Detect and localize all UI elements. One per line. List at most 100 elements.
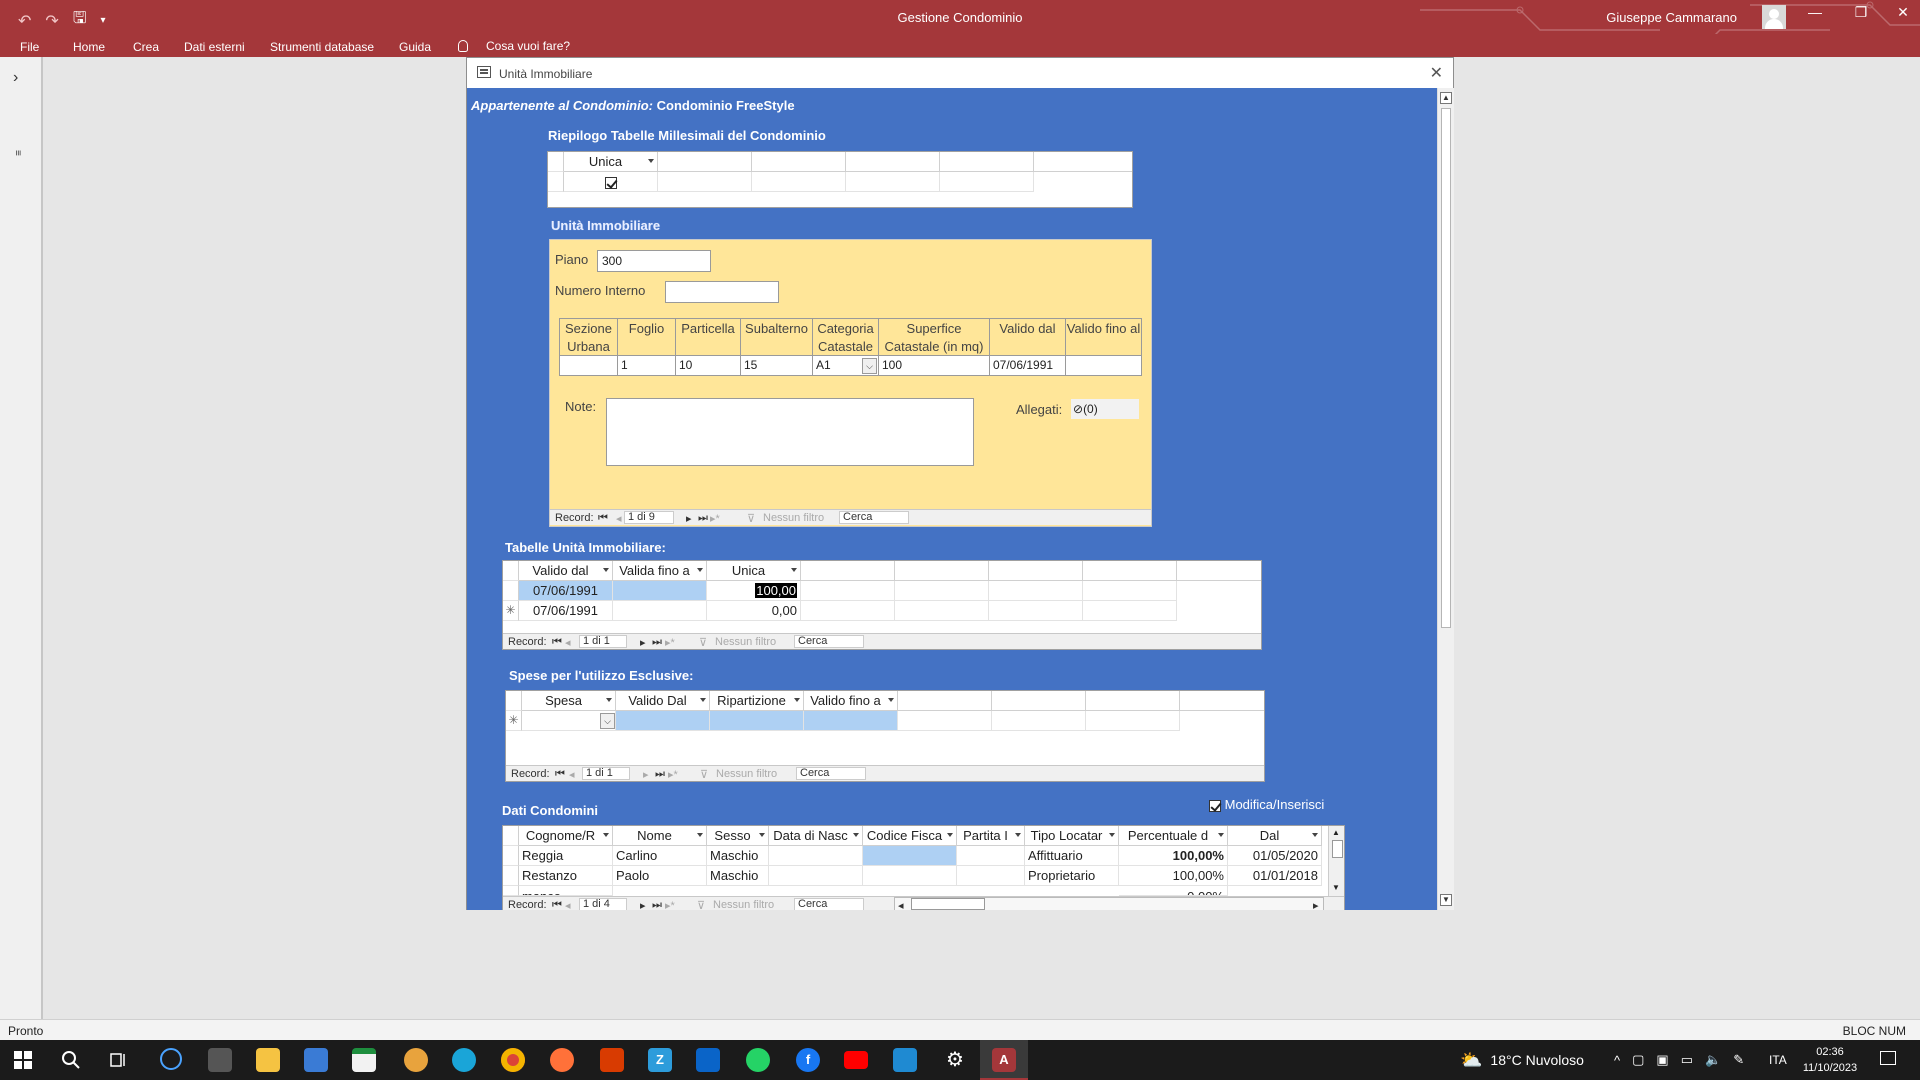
table-cell[interactable]: 01/01/2018 [1228, 866, 1322, 886]
col-tipo-locatario[interactable]: Tipo Locatar [1025, 826, 1119, 846]
next-record-icon[interactable]: ▸ [643, 768, 649, 781]
table-cell[interactable] [613, 581, 707, 601]
last-record-icon[interactable]: ⏭ [652, 636, 662, 649]
col-cognome[interactable]: Cognome/R [519, 826, 613, 846]
tray-chevron-icon[interactable]: ^ [1614, 1053, 1620, 1068]
filter-status[interactable]: Nessun filtro [716, 768, 777, 780]
whatsapp-icon[interactable] [746, 1048, 770, 1072]
restore-button[interactable]: ❐ [1838, 4, 1884, 21]
piano-input[interactable]: 300 [597, 250, 711, 272]
table-cell[interactable]: Restanzo [519, 866, 613, 886]
col-valido-dal[interactable]: Valido dal [519, 561, 613, 581]
col-nome[interactable]: Nome [613, 826, 707, 846]
col-unica[interactable]: Unica [707, 561, 801, 581]
user-name[interactable]: Giuseppe Cammarano [1606, 10, 1737, 25]
table-cell[interactable] [957, 866, 1025, 886]
last-record-icon[interactable]: ⏭ [652, 899, 662, 910]
first-record-icon[interactable]: ⏮ [555, 768, 565, 781]
table-cell[interactable]: Affittuario [1025, 846, 1119, 866]
riepilogo-cell-unica[interactable] [564, 172, 658, 192]
valido-fino-input[interactable] [1065, 356, 1142, 376]
filter-status[interactable]: Nessun filtro [715, 636, 776, 648]
col-dal[interactable]: Dal [1228, 826, 1322, 846]
search-box[interactable]: Cerca [794, 898, 864, 910]
record-position[interactable]: 1 di 1 [579, 635, 627, 648]
new-record-icon[interactable]: ▸* [710, 512, 720, 525]
record-position[interactable]: 1 di 4 [579, 898, 627, 910]
minimize-button[interactable]: — [1792, 4, 1838, 20]
col-codice-fiscale[interactable]: Codice Fisca [863, 826, 957, 846]
col-valida-fino[interactable]: Valida fino a [613, 561, 707, 581]
windows-start-icon[interactable] [14, 1051, 32, 1069]
last-record-icon[interactable]: ⏭ [698, 512, 708, 525]
table-cell[interactable]: Carlino [613, 846, 707, 866]
table-cell[interactable] [769, 846, 863, 866]
scroll-thumb[interactable] [1441, 108, 1451, 628]
riepilogo-col-unica[interactable]: Unica [564, 152, 658, 172]
table-cell[interactable] [616, 711, 710, 731]
menu-dati-esterni[interactable]: Dati esterni [184, 40, 245, 54]
prev-record-icon[interactable]: ◂ [565, 636, 571, 649]
close-window-button[interactable]: ✕ [1880, 4, 1920, 21]
col-ripartizione[interactable]: Ripartizione [710, 691, 804, 711]
scroll-left-icon[interactable]: ◂ [898, 899, 904, 910]
vscode-icon[interactable] [893, 1048, 917, 1072]
zoom-z-icon[interactable]: Z [648, 1048, 672, 1072]
access-taskbar-button[interactable]: A [980, 1040, 1028, 1080]
facebook-icon[interactable]: f [796, 1048, 820, 1072]
subalterno-input[interactable]: 15 [740, 356, 812, 376]
scroll-thumb[interactable] [1332, 840, 1343, 858]
table-cell[interactable]: Maschio [707, 866, 769, 886]
col-valido-dal[interactable]: Valido Dal [616, 691, 710, 711]
app-icon[interactable] [208, 1048, 232, 1072]
record-position[interactable]: 1 di 1 [582, 767, 630, 780]
search-box[interactable]: Cerca [839, 511, 909, 524]
chrome-alt-icon[interactable] [404, 1048, 428, 1072]
nav-pane-label[interactable]: ≡ [12, 150, 23, 156]
office-icon[interactable] [600, 1048, 624, 1072]
valido-dal-input[interactable]: 07/06/1991 [989, 356, 1065, 376]
table-cell[interactable] [710, 711, 804, 731]
table-cell[interactable]: 07/06/1991 [519, 581, 613, 601]
first-record-icon[interactable]: ⏮ [552, 636, 562, 649]
outlook-icon[interactable] [696, 1048, 720, 1072]
scroll-right-icon[interactable]: ▸ [1313, 899, 1319, 910]
menu-home[interactable]: Home [73, 40, 105, 54]
pen-icon[interactable]: ✎ [1733, 1052, 1744, 1068]
table-cell[interactable]: 0,00% [1119, 886, 1228, 896]
table-cell[interactable] [613, 601, 707, 621]
col-valido-fino[interactable]: Valido fino a [804, 691, 898, 711]
clock[interactable]: 02:36 11/10/2023 [1795, 1044, 1865, 1076]
table-cell[interactable] [804, 711, 898, 731]
file-explorer-icon[interactable] [256, 1048, 280, 1072]
filter-status[interactable]: Nessun filtro [763, 512, 824, 524]
scroll-down-icon[interactable]: ▼ [1332, 883, 1340, 892]
table-cell[interactable]: 0,00 [707, 601, 801, 621]
table-cell[interactable]: 01/05/2020 [1228, 846, 1322, 866]
close-form-icon[interactable]: ✕ [1430, 63, 1443, 83]
table-cell[interactable] [863, 866, 957, 886]
form-vscrollbar[interactable]: ▲ ▼ [1437, 88, 1454, 910]
cortana-icon[interactable] [160, 1048, 182, 1070]
scroll-up-icon[interactable]: ▲ [1332, 828, 1340, 837]
firefox-icon[interactable] [550, 1048, 574, 1072]
table-cell[interactable] [769, 866, 863, 886]
table-cell[interactable]: Maschio [707, 846, 769, 866]
dati-vscrollbar[interactable]: ▲ ▼ [1328, 826, 1344, 896]
language-indicator[interactable]: ITA [1769, 1040, 1787, 1080]
record-position[interactable]: 1 di 9 [624, 511, 674, 524]
youtube-icon[interactable] [844, 1051, 868, 1069]
allegati-field[interactable]: ⊘(0) [1071, 399, 1139, 419]
first-record-icon[interactable]: ⏮ [552, 899, 562, 910]
numero-interno-input[interactable] [665, 281, 779, 303]
weather-widget[interactable]: ⛅ 18°C Nuvoloso [1460, 1040, 1584, 1080]
edge-icon[interactable] [452, 1048, 476, 1072]
search-box[interactable]: Cerca [796, 767, 866, 780]
tell-me[interactable]: Cosa vuoi fare? [458, 39, 570, 53]
menu-file[interactable]: File [20, 40, 39, 54]
particella-input[interactable]: 10 [675, 356, 740, 376]
table-cell[interactable]: 100,00 [707, 581, 801, 601]
search-icon[interactable] [61, 1050, 81, 1070]
next-record-icon[interactable]: ▸ [640, 636, 646, 649]
table-cell[interactable] [863, 846, 957, 866]
